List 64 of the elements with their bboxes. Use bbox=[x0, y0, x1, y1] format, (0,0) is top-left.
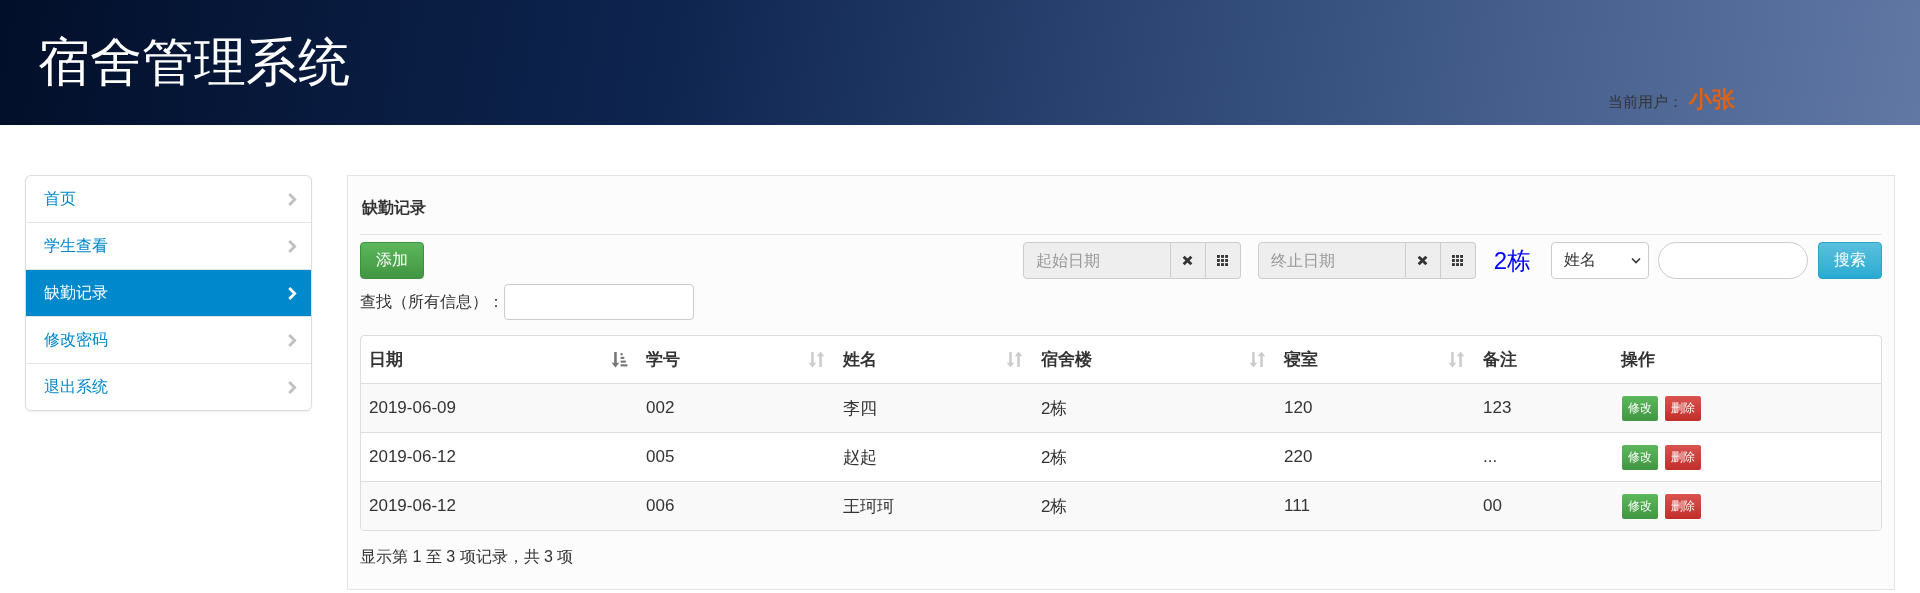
chevron-icon bbox=[288, 192, 297, 206]
chevron-icon bbox=[288, 333, 297, 347]
column-header[interactable]: 宿舍楼 bbox=[1041, 348, 1092, 371]
column-header[interactable]: 日期 bbox=[369, 348, 403, 371]
sidebar-item[interactable]: 首页 bbox=[26, 176, 311, 222]
table-cell-text: 王珂珂 bbox=[843, 495, 894, 518]
table-cell: 120 bbox=[1284, 398, 1313, 418]
building-label: 2栋 bbox=[1493, 245, 1531, 276]
pagination-info: 显示第 1 至 3 项记录，共 3 项 bbox=[360, 547, 575, 567]
table-cell: 2019-06-12 bbox=[369, 496, 456, 516]
sort-icon[interactable] bbox=[1006, 351, 1023, 368]
column-header[interactable]: 姓名 bbox=[843, 348, 877, 371]
table-cell-text: 2栋 bbox=[1041, 446, 1068, 469]
sort-icon[interactable] bbox=[808, 351, 825, 368]
caret-icon bbox=[1631, 257, 1641, 264]
clear-icon[interactable] bbox=[1182, 255, 1194, 266]
user-label: 当前用户： bbox=[1608, 93, 1683, 112]
table-cell: 123 bbox=[1483, 398, 1512, 418]
column-header[interactable]: 操作 bbox=[1621, 348, 1655, 371]
table-cell: 2019-06-12 bbox=[369, 447, 456, 467]
chevron-icon bbox=[288, 380, 297, 394]
edit-button[interactable]: 修改 bbox=[1621, 492, 1659, 520]
table-cell-text: 李四 bbox=[843, 397, 877, 420]
sidebar-item[interactable]: 退出系统 bbox=[26, 363, 311, 410]
add-button[interactable]: 添加 bbox=[360, 242, 424, 279]
chevron-icon bbox=[288, 286, 297, 300]
table-cell: 111 bbox=[1284, 496, 1310, 516]
user-name: 小张 bbox=[1689, 85, 1735, 114]
table-cell: 002 bbox=[646, 398, 675, 418]
table-cell: 00 bbox=[1483, 496, 1502, 516]
table-cell: 2019-06-09 bbox=[369, 398, 456, 418]
table-cell: 220 bbox=[1284, 447, 1313, 467]
table-cell-text: 2栋 bbox=[1041, 397, 1068, 420]
table-cell: 005 bbox=[646, 447, 675, 467]
sidebar-item[interactable]: 修改密码 bbox=[26, 316, 311, 363]
column-header[interactable]: 寝室 bbox=[1284, 348, 1318, 371]
end-date-field[interactable]: 终止日期 bbox=[1257, 242, 1406, 279]
start-date-field[interactable]: 起始日期 bbox=[1022, 242, 1171, 279]
column-header[interactable]: 学号 bbox=[646, 348, 680, 371]
app-title: 宿舍管理系统 bbox=[38, 36, 350, 88]
search-by-select[interactable]: 姓名 bbox=[1551, 242, 1649, 279]
search-button[interactable]: 搜索 bbox=[1818, 242, 1882, 279]
table-cell-text: 2栋 bbox=[1041, 495, 1068, 518]
find-label: 查找（所有信息）： bbox=[360, 291, 504, 312]
column-header[interactable]: 备注 bbox=[1483, 348, 1517, 371]
sort-descending-icon[interactable] bbox=[611, 351, 628, 368]
search-field[interactable] bbox=[1658, 242, 1808, 279]
clear-icon[interactable] bbox=[1417, 255, 1429, 266]
delete-button[interactable]: 删除 bbox=[1664, 443, 1702, 471]
delete-button[interactable]: 删除 bbox=[1664, 492, 1702, 520]
sort-icon[interactable] bbox=[1448, 351, 1465, 368]
grid-icon[interactable] bbox=[1217, 255, 1229, 266]
edit-button[interactable]: 修改 bbox=[1621, 394, 1659, 422]
grid-icon[interactable] bbox=[1452, 255, 1464, 266]
sidebar-item[interactable]: 缺勤记录 bbox=[26, 269, 311, 316]
delete-button[interactable]: 删除 bbox=[1664, 394, 1702, 422]
table-cell-text: 赵起 bbox=[843, 446, 877, 469]
sort-icon[interactable] bbox=[1249, 351, 1266, 368]
chevron-icon bbox=[288, 239, 297, 253]
edit-button[interactable]: 修改 bbox=[1621, 443, 1659, 471]
table-cell: ... bbox=[1483, 447, 1498, 467]
panel-title: 缺勤记录 bbox=[360, 176, 1882, 235]
find-field[interactable] bbox=[504, 284, 694, 320]
table-cell: 006 bbox=[646, 496, 675, 516]
